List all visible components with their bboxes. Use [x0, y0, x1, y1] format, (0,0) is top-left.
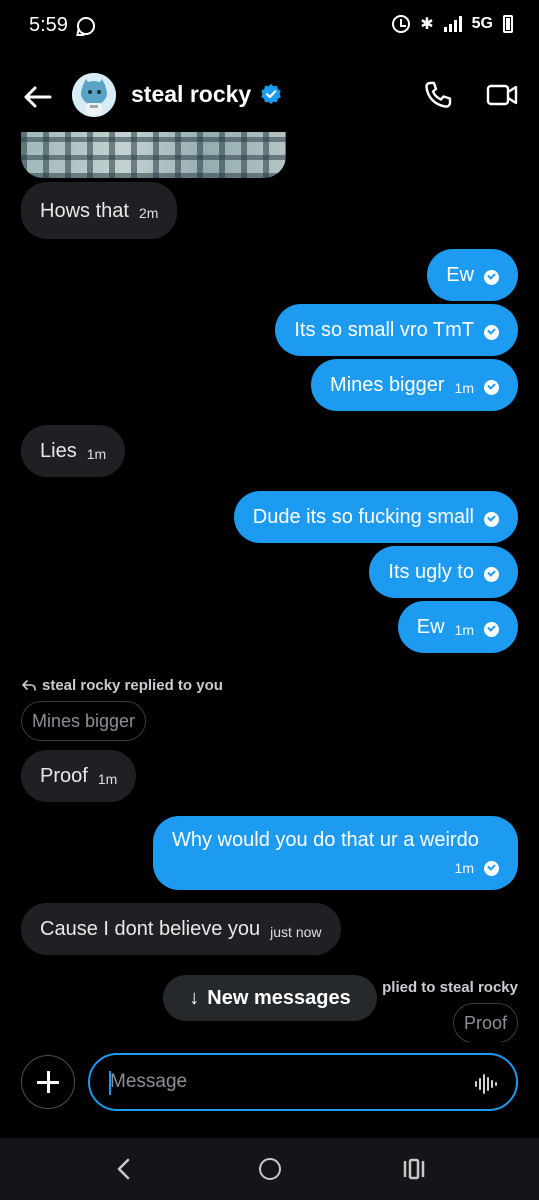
reply-note: steal rocky replied to you: [22, 677, 223, 694]
read-check-icon: [484, 324, 499, 340]
read-check-icon: [484, 566, 499, 582]
shared-image[interactable]: [21, 132, 286, 178]
message-time: just now: [270, 923, 322, 940]
battery-icon: [503, 15, 513, 33]
read-check-icon: [484, 379, 499, 395]
alarm-icon: [392, 15, 411, 33]
read-check-icon: [484, 269, 499, 285]
message-bubble-outgoing[interactable]: Its ugly to: [369, 546, 518, 598]
message-text: Mines bigger: [330, 374, 445, 396]
conversation-header: steal rocky: [0, 60, 539, 132]
contact-name[interactable]: steal rocky: [131, 81, 251, 108]
verified-icon: [261, 84, 281, 104]
back-arrow-icon[interactable]: [20, 80, 54, 114]
new-messages-label: New messages: [207, 986, 351, 1009]
message-bubble-outgoing[interactable]: Why would you do that ur a weirdo 1m: [153, 816, 518, 890]
read-check-icon: [484, 511, 499, 527]
message-text: Lies: [40, 440, 77, 462]
message-time: 2m: [138, 205, 159, 221]
nav-home-icon[interactable]: [259, 1158, 281, 1180]
read-check-icon: [484, 621, 499, 637]
message-bubble-outgoing[interactable]: Ew: [427, 249, 518, 301]
composer: Message: [0, 1042, 539, 1138]
message-text: Ew: [416, 616, 445, 638]
avatar[interactable]: [72, 73, 116, 117]
message-bubble-outgoing[interactable]: Ew 1m: [397, 601, 518, 653]
message-bubble-incoming[interactable]: Proof 1m: [21, 750, 137, 802]
message-placeholder: Message: [110, 1071, 188, 1092]
nav-back-icon[interactable]: [115, 1157, 133, 1181]
message-text: Its ugly to: [388, 561, 474, 583]
add-attachment-button[interactable]: [21, 1055, 75, 1109]
message-time: 1m: [86, 445, 107, 462]
message-thread[interactable]: Hows that 2m Ew Its so small vro TmT Min…: [0, 132, 539, 1042]
chat-bubble-icon: [77, 17, 95, 35]
message-bubble-incoming[interactable]: Cause I dont believe you just now: [21, 903, 341, 955]
message-text: Proof: [40, 765, 88, 787]
message-text: Dude its so fucking small: [252, 506, 474, 528]
message-time: 1m: [454, 621, 474, 638]
message-time: 1m: [454, 860, 474, 876]
network-label: 5G: [471, 15, 493, 32]
message-text: Ew: [446, 264, 474, 286]
video-call-icon[interactable]: [486, 81, 518, 109]
message-bubble-outgoing[interactable]: Dude its so fucking small: [233, 491, 518, 543]
reply-arrow-icon: [22, 680, 36, 691]
new-messages-button[interactable]: ↓ New messages: [163, 975, 377, 1021]
arrow-down-icon: ↓: [189, 986, 200, 1009]
quoted-message[interactable]: Proof: [452, 1003, 518, 1042]
voice-wave-icon[interactable]: [474, 1073, 498, 1095]
message-time: 1m: [97, 770, 118, 787]
message-bubble-outgoing[interactable]: Mines bigger 1m: [311, 359, 518, 411]
message-input[interactable]: Message: [88, 1053, 518, 1111]
reply-note: plied to steal rocky: [382, 979, 518, 996]
message-text: Hows that: [40, 199, 129, 222]
message-text: Why would you do that ur a weirdo: [172, 829, 479, 851]
system-nav-bar: [0, 1138, 539, 1200]
read-check-icon: [484, 860, 499, 876]
nav-recents-icon[interactable]: [402, 1158, 426, 1180]
message-bubble-outgoing[interactable]: Its so small vro TmT: [275, 304, 518, 356]
message-bubble-incoming[interactable]: Lies 1m: [21, 425, 126, 477]
signal-icon: [443, 16, 462, 32]
quoted-message[interactable]: Mines bigger: [21, 701, 147, 741]
reply-note-text: steal rocky replied to you: [42, 677, 223, 694]
message-text: Its so small vro TmT: [294, 319, 474, 341]
message-text: Cause I dont believe you: [40, 918, 261, 940]
status-bar: 5:59 ✱ 5G: [0, 0, 539, 52]
message-time: 1m: [454, 379, 474, 396]
status-time: 5:59: [29, 14, 68, 36]
status-icons: ✱ 5G: [392, 14, 513, 34]
bluetooth-icon: ✱: [420, 16, 434, 33]
phone-call-icon[interactable]: [422, 79, 454, 111]
message-bubble-incoming[interactable]: Hows that 2m: [21, 182, 178, 239]
